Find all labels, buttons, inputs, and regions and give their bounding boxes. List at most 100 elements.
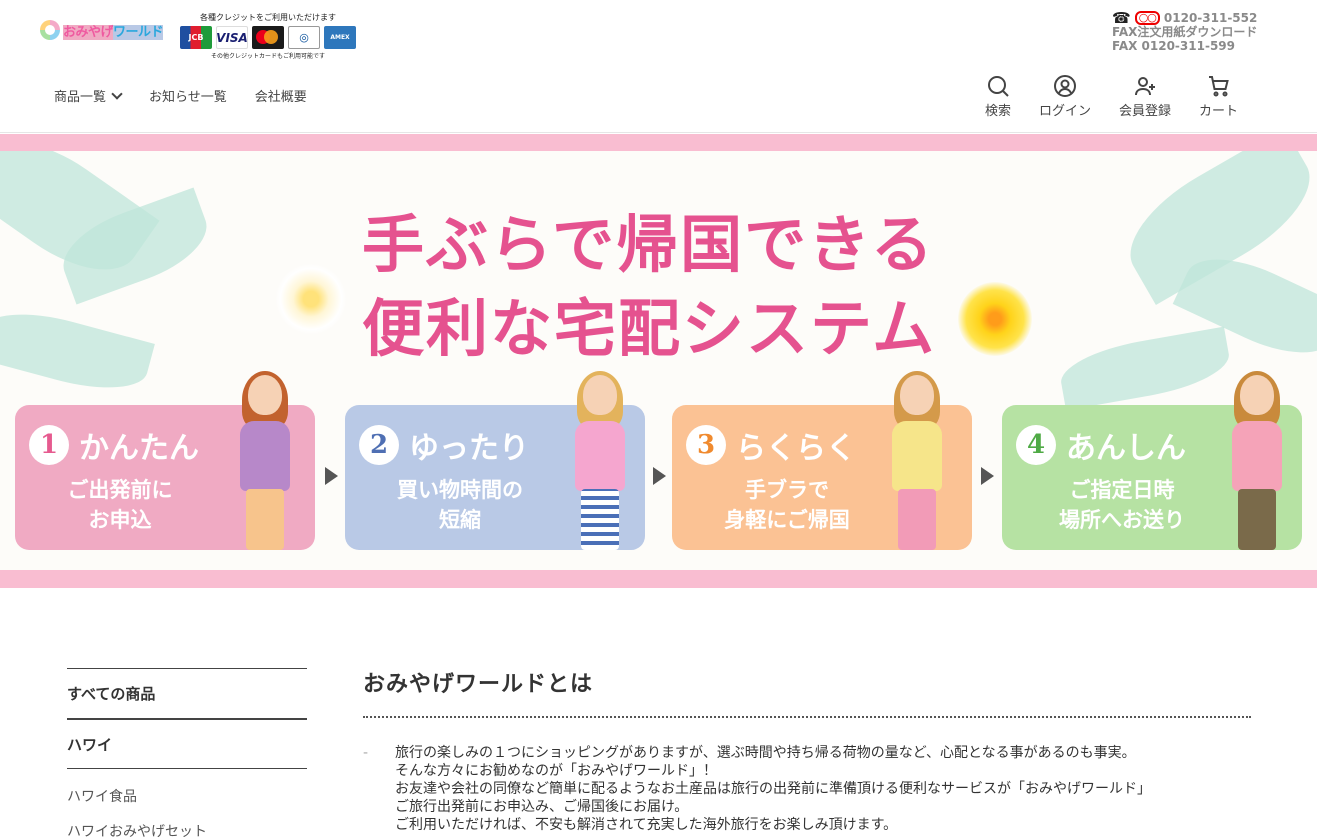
- intro-line: ご利用いただければ、不安も解消されて充実した海外旅行をお楽しみ頂けます。: [395, 817, 898, 833]
- step-number: 3: [686, 425, 726, 465]
- step-panel-head: 4 あんしん: [1016, 423, 1186, 467]
- main-content: おみやげワールドとは - 旅行の楽しみの１つにショッピングがありますが、選ぶ時間…: [363, 660, 1251, 834]
- step-description-line2: 身軽にご帰国: [724, 507, 850, 532]
- register-label: 会員登録: [1119, 104, 1172, 119]
- search-icon: [988, 76, 1009, 97]
- step-description: ご指定日時 場所へお送り: [1047, 475, 1197, 535]
- step-panel-4: 4 あんしん ご指定日時 場所へお送り: [1002, 371, 1302, 550]
- sidebar-item-all-products[interactable]: すべての商品: [67, 668, 307, 718]
- amex-logo-icon: AMEX: [324, 26, 356, 49]
- step-description-line2: 場所へお送り: [1059, 507, 1185, 532]
- step-panel-head: 1 かんたん: [29, 423, 199, 467]
- header-utility-menu: 検索 ログイン 会員登録 カート: [985, 74, 1238, 119]
- logo-text-part1: おみやげ: [63, 24, 114, 40]
- free-dial-icon: ○○: [1134, 11, 1160, 25]
- search-button[interactable]: 検索: [985, 74, 1011, 119]
- cart-button[interactable]: カート: [1199, 74, 1238, 119]
- step-title: あんしん: [1066, 431, 1186, 466]
- step-description-line1: ご指定日時: [1069, 477, 1175, 502]
- arrow-right-icon: [325, 467, 338, 485]
- hero-title-line2: 便利な宅配システム: [362, 292, 937, 365]
- step-number: 2: [359, 425, 399, 465]
- phone-row: ☎ ○○ 0120-311-552: [1112, 9, 1257, 27]
- section-body: - 旅行の楽しみの１つにショッピングがありますが、選ぶ時間や持ち帰る荷物の量など…: [363, 744, 1251, 834]
- nav-products[interactable]: 商品一覧: [54, 86, 123, 105]
- palm-leaf-decoration: [1056, 326, 1234, 411]
- section-title: おみやげワールドとは: [363, 660, 1251, 718]
- intro-text: 旅行の楽しみの１つにショッピングがありますが、選ぶ時間や持ち帰る荷物の量など、心…: [395, 744, 1151, 834]
- step-description-line2: 短縮: [439, 507, 481, 532]
- nav-news[interactable]: お知らせ一覧: [149, 86, 227, 105]
- palm-leaf-decoration: [0, 300, 155, 402]
- credit-banner-bottom-text: その他クレジットカードもご利用可能です: [210, 53, 325, 60]
- cart-icon: [1208, 76, 1229, 97]
- hero-banner[interactable]: 手ぶらで帰国できる 便利な宅配システム 1 かんたん ご出発前に お申込 2 ゆ…: [0, 134, 1317, 588]
- step-title: かんたん: [79, 431, 199, 466]
- logo-mark-icon: [40, 20, 60, 40]
- hero-title: 手ぶらで帰国できる 便利な宅配システム: [362, 203, 962, 371]
- step-description: 手ブラで 身軽にご帰国: [707, 475, 867, 535]
- hero-title-line1: 手ぶらで帰国できる: [362, 208, 935, 281]
- phone-number[interactable]: 0120-311-552: [1164, 11, 1257, 25]
- step-description-line1: 買い物時間の: [397, 477, 523, 502]
- intro-line: そんな方々にお勧めなのが「おみやげワールド」！: [395, 763, 717, 779]
- step-description: ご出発前に お申込: [40, 475, 200, 535]
- step-panel-head: 2 ゆったり: [359, 423, 529, 467]
- step-panel-3: 3 らくらく 手ブラで 身軽にご帰国: [672, 371, 972, 550]
- user-plus-icon: [1135, 77, 1156, 96]
- hero-slide: 手ぶらで帰国できる 便利な宅配システム 1 かんたん ご出発前に お申込 2 ゆ…: [0, 151, 1317, 570]
- sidebar-item-hawaii-gift-set[interactable]: ハワイおみやげセット: [67, 814, 307, 840]
- step-title: らくらく: [736, 431, 856, 466]
- fax-form-download-link[interactable]: FAX注文用紙ダウンロード: [1112, 25, 1257, 39]
- intro-line: ご旅行出発前にお申込み、ご帰国後にお届け。: [395, 799, 689, 815]
- arrow-right-icon: [653, 467, 666, 485]
- woman-illustration-icon: [882, 371, 952, 550]
- mastercard-logo-icon: [252, 26, 284, 49]
- step-panel-2: 2 ゆったり 買い物時間の 短縮: [345, 371, 645, 550]
- main-nav: 商品一覧 お知らせ一覧 会社概要: [54, 86, 335, 105]
- credit-card-banner: 各種クレジットをご利用いただけます JCB VISA ◎ AMEX その他クレジ…: [180, 12, 356, 60]
- chevron-down-icon: [111, 87, 123, 100]
- step-description: 買い物時間の 短縮: [385, 475, 535, 535]
- woman-illustration-icon: [565, 371, 635, 550]
- step-number: 1: [29, 425, 69, 465]
- search-label: 検索: [985, 104, 1012, 119]
- woman-with-box-illustration-icon: [1222, 371, 1292, 550]
- woman-illustration-icon: [230, 371, 300, 550]
- step-description-line2: お申込: [88, 507, 152, 532]
- list-bullet: -: [363, 745, 369, 761]
- intro-line: お友達や会社の同僚など簡単に配るようなお土産品は旅行の出発前に準備頂ける便利なサ…: [395, 781, 1151, 797]
- intro-line: 旅行の楽しみの１つにショッピングがありますが、選ぶ時間や持ち帰る荷物の量など、心…: [395, 745, 1136, 761]
- credit-banner-top-text: 各種クレジットをご利用いただけます: [200, 13, 336, 22]
- category-sidebar: すべての商品 ハワイ ハワイ食品 ハワイおみやげセット: [67, 668, 307, 840]
- sidebar-item-hawaii-food[interactable]: ハワイ食品: [67, 768, 307, 814]
- site-logo[interactable]: おみやげワールド: [40, 19, 164, 41]
- register-button[interactable]: 会員登録: [1119, 74, 1171, 119]
- login-button[interactable]: ログイン: [1039, 74, 1091, 119]
- step-panel-1: 1 かんたん ご出発前に お申込: [15, 371, 315, 550]
- user-circle-icon: [1054, 75, 1077, 97]
- cart-label: カート: [1199, 104, 1239, 119]
- login-label: ログイン: [1039, 104, 1092, 119]
- step-description-line1: ご出発前に: [67, 477, 173, 502]
- step-title: ゆったり: [409, 431, 529, 466]
- site-header: おみやげワールド 各種クレジットをご利用いただけます JCB VISA ◎ AM…: [0, 0, 1317, 133]
- nav-company[interactable]: 会社概要: [255, 86, 307, 105]
- plumeria-flower-icon: [275, 263, 347, 335]
- logo-text: おみやげワールド: [63, 21, 164, 40]
- step-number: 4: [1016, 425, 1056, 465]
- arrow-right-icon: [981, 467, 994, 485]
- step-description-line1: 手ブラで: [745, 477, 829, 502]
- hibiscus-flower-icon: [958, 282, 1032, 356]
- telephone-icon: ☎: [1112, 9, 1131, 27]
- credit-card-logos: JCB VISA ◎ AMEX: [180, 26, 356, 49]
- sidebar-item-hawaii[interactable]: ハワイ: [67, 718, 307, 768]
- nav-products-label: 商品一覧: [54, 90, 107, 105]
- logo-text-part2: ワールド: [113, 24, 164, 40]
- fax-number: FAX 0120-311-599: [1112, 39, 1235, 53]
- diners-club-logo-icon: ◎: [288, 26, 320, 49]
- contact-info: ☎ ○○ 0120-311-552 FAX注文用紙ダウンロード FAX 0120…: [1112, 9, 1257, 54]
- step-panel-head: 3 らくらく: [686, 423, 856, 467]
- visa-logo-icon: VISA: [216, 26, 248, 49]
- jcb-logo-icon: JCB: [180, 26, 212, 49]
